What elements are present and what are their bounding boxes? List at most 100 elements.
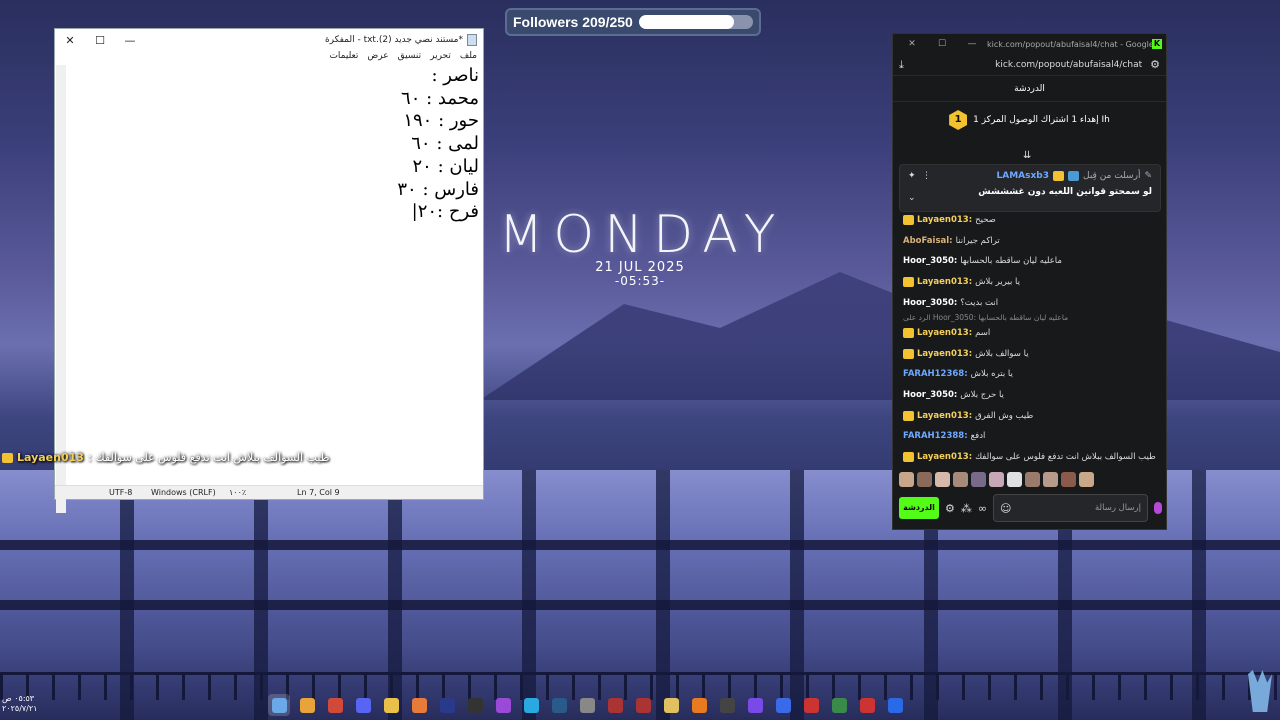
taskbar-app-icon[interactable]: [828, 694, 850, 716]
emote-icon[interactable]: [971, 472, 986, 487]
pin-icon[interactable]: ✦: [908, 171, 916, 181]
chat-username[interactable]: Hoor_3050:: [903, 298, 957, 308]
emote-icon[interactable]: [899, 472, 914, 487]
emote-icon[interactable]: [1007, 472, 1022, 487]
text-line: ليان : ٢٠: [412, 155, 479, 177]
minimize-icon[interactable]: —: [115, 34, 145, 47]
chat-username[interactable]: Hoor_3050:: [903, 390, 957, 400]
taskbar-clock[interactable]: ٠٥:٥٣ ص ٢٠٢٥/٧/٢١: [2, 694, 37, 714]
chat-message[interactable]: Hoor_3050: ماعليه ليان ساقطه بالحسابها: [893, 251, 1166, 272]
emote-icon[interactable]: [917, 472, 932, 487]
minimize-icon[interactable]: —: [957, 39, 987, 49]
taskbar-app-icon[interactable]: [464, 694, 486, 716]
taskbar-app-icon[interactable]: [800, 694, 822, 716]
infinity-icon[interactable]: ∞: [978, 502, 987, 515]
taskbar-app-icon[interactable]: [548, 694, 570, 716]
chat-text: انت بديت؟: [960, 297, 999, 308]
emote-icon[interactable]: [1025, 472, 1040, 487]
chat-message[interactable]: FARAH12368: يا بتره بلاش: [893, 364, 1166, 385]
taskbar-app-icon[interactable]: [744, 694, 766, 716]
chat-message[interactable]: Layaen013: صحيح: [893, 210, 1166, 231]
chat-message-list[interactable]: Layaen013: صحيح AboFaisal: تراكم جيراننا Hoo…: [893, 210, 1166, 467]
chat-username[interactable]: Layaen013:: [917, 349, 972, 359]
taskbar-app-icon[interactable]: [268, 694, 290, 716]
kick-chat-window[interactable]: ✕ ☐ — kick.com/popout/abufaisal4/chat - …: [892, 33, 1167, 530]
menu-format[interactable]: تنسيق: [398, 51, 421, 65]
chat-message[interactable]: Layaen013: يا بيرير بلاش: [893, 272, 1166, 293]
smiley-icon[interactable]: ☺: [1000, 502, 1011, 515]
maximize-icon[interactable]: ☐: [85, 34, 115, 47]
taskbar-app-icon[interactable]: [576, 694, 598, 716]
pinned-username[interactable]: LAMAsxb3: [997, 171, 1050, 181]
menu-help[interactable]: تعليمات: [329, 51, 358, 65]
pinned-message[interactable]: ⋮ ✦ ✎ أرسلت من قِبل LAMAsxb3 لو سمحتو قو…: [899, 164, 1161, 212]
chat-message[interactable]: FARAH12388: ادفع: [893, 426, 1166, 447]
taskbar-app-icon[interactable]: [688, 694, 710, 716]
taskbar-app-icon[interactable]: [632, 694, 654, 716]
collapse-chevron-icon[interactable]: ⇊: [1023, 150, 1031, 161]
chat-message[interactable]: Hoor_3050: يا حرج بلاش: [893, 385, 1166, 406]
chat-username[interactable]: Layaen013:: [917, 411, 972, 421]
emote-icon[interactable]: [935, 472, 950, 487]
settings-sliders-icon[interactable]: ⚙: [1150, 58, 1160, 71]
menu-edit[interactable]: تحرير: [430, 51, 451, 65]
notepad-text[interactable]: ناصر : محمد : ٦٠ حور : ١٩٠ لمى : ٦٠ ليان…: [397, 65, 479, 224]
chat-username[interactable]: Layaen013:: [917, 215, 972, 225]
microphone-icon[interactable]: [1154, 502, 1162, 514]
chat-message[interactable]: Layaen013: طيب السوالف ببلاش انت تدفع فلو…: [893, 447, 1166, 468]
chat-username[interactable]: Layaen013:: [917, 452, 972, 462]
chat-message[interactable]: AboFaisal: تراكم جيراننا: [893, 231, 1166, 252]
menu-view[interactable]: عرض: [367, 51, 388, 65]
chat-message[interactable]: Layaen013: يا سوالف بلاش: [893, 344, 1166, 365]
chat-input[interactable]: إرسال رسالة ☺: [993, 494, 1148, 522]
taskbar-app-icon[interactable]: [520, 694, 542, 716]
notepad-editor[interactable]: ناصر : محمد : ٦٠ حور : ١٩٠ لمى : ٦٠ ليان…: [55, 65, 483, 513]
notepad-titlebar[interactable]: ✕ ☐ — *مستند نصي جديد (2).txt - المفكرة: [55, 29, 483, 51]
taskbar-app-icon[interactable]: [716, 694, 738, 716]
notepad-window[interactable]: ✕ ☐ — *مستند نصي جديد (2).txt - المفكرة …: [54, 28, 484, 513]
taskbar-app-icon[interactable]: [884, 694, 906, 716]
overlay-separator: :: [87, 451, 92, 464]
menu-file[interactable]: ملف: [460, 51, 477, 65]
chat-message[interactable]: Layaen013: طيب وش الفرق: [893, 405, 1166, 426]
taskbar-app-icon[interactable]: [380, 694, 402, 716]
emote-icon[interactable]: [1043, 472, 1058, 487]
taskbar-app-icon[interactable]: [352, 694, 374, 716]
notepad-scrollbar[interactable]: [56, 65, 66, 513]
taskbar-app-icon[interactable]: [856, 694, 878, 716]
chat-message[interactable]: Layaen013: اسم: [893, 323, 1166, 344]
taskbar-app-icon[interactable]: [436, 694, 458, 716]
close-icon[interactable]: ✕: [897, 39, 927, 49]
close-icon[interactable]: ✕: [55, 34, 85, 47]
app-glyph-icon: [551, 697, 567, 713]
kick-titlebar[interactable]: ✕ ☐ — kick.com/popout/abufaisal4/chat - …: [893, 34, 1166, 54]
chat-message[interactable]: Hoor_3050: انت بديت؟: [893, 292, 1166, 313]
chevron-down-icon[interactable]: ⌄: [908, 193, 916, 203]
taskbar-app-icon[interactable]: [296, 694, 318, 716]
chat-username[interactable]: FARAH12388:: [903, 431, 968, 441]
chat-username[interactable]: Layaen013:: [917, 328, 972, 338]
kick-url[interactable]: kick.com/popout/abufaisal4/chat: [904, 60, 1150, 70]
emotes-icon[interactable]: ⁂: [961, 502, 972, 515]
send-chat-button[interactable]: الدردشة: [899, 497, 939, 519]
maximize-icon[interactable]: ☐: [927, 39, 957, 49]
taskbar-app-icon[interactable]: [492, 694, 514, 716]
gear-icon[interactable]: ⚙: [945, 502, 955, 515]
taskbar-app-icon[interactable]: [772, 694, 794, 716]
chat-username[interactable]: AboFaisal:: [903, 236, 953, 246]
emote-icon[interactable]: [953, 472, 968, 487]
chat-username[interactable]: Layaen013:: [917, 277, 972, 287]
notepad-statusbar: UTF-8 Windows (CRLF) ١٠٠٪ Ln 7, Col 9: [55, 485, 483, 499]
kick-urlbar[interactable]: ⤓ kick.com/popout/abufaisal4/chat ⚙: [893, 54, 1166, 76]
chat-username[interactable]: FARAH12368:: [903, 369, 968, 379]
taskbar-app-icon[interactable]: [324, 694, 346, 716]
taskbar-app-icon[interactable]: [408, 694, 430, 716]
chat-username[interactable]: Hoor_3050:: [903, 256, 957, 266]
emote-icon[interactable]: [1061, 472, 1076, 487]
emote-icon[interactable]: [989, 472, 1004, 487]
taskbar-app-icon[interactable]: [660, 694, 682, 716]
taskbar-app-icon[interactable]: [604, 694, 626, 716]
more-options-icon[interactable]: ⋮: [922, 171, 931, 181]
emote-icon[interactable]: [1079, 472, 1094, 487]
app-glyph-icon: [607, 697, 623, 713]
